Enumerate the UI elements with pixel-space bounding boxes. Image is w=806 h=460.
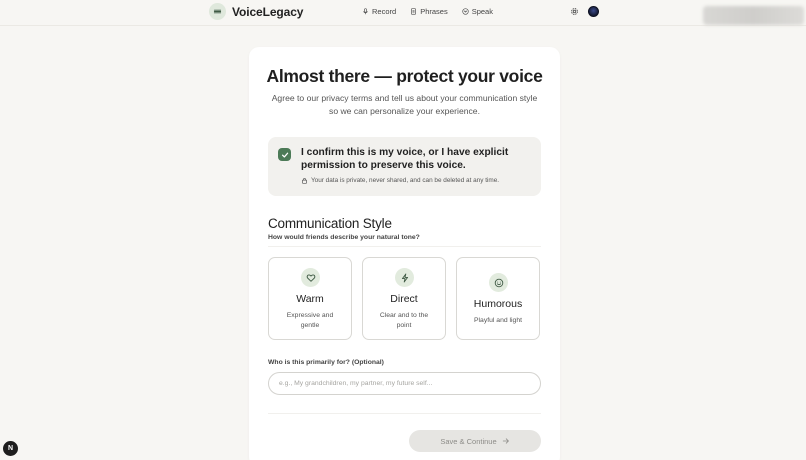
- microphone-icon: [363, 8, 368, 15]
- gear-icon[interactable]: [570, 7, 579, 16]
- smile-icon: [489, 273, 508, 292]
- voice-consent-checkbox-row[interactable]: I confirm this is my voice, or I have ex…: [268, 137, 541, 196]
- top-navigation-bar: VoiceLegacy Record Phrases Speak: [0, 0, 806, 26]
- audience-input[interactable]: [268, 372, 541, 395]
- brand-name: VoiceLegacy: [232, 4, 304, 19]
- lock-icon: [302, 177, 307, 184]
- nav-item-label: Phrases: [420, 7, 448, 16]
- speech-wave-icon: [462, 8, 469, 15]
- nav-item-phrases[interactable]: Phrases: [410, 7, 448, 16]
- nav-item-label: Speak: [471, 7, 493, 16]
- style-option-description: Expressive and gentle: [286, 312, 334, 329]
- document-icon: [411, 8, 417, 15]
- consent-checkbox[interactable]: [278, 148, 291, 161]
- style-option-description: Playful and light: [474, 317, 522, 324]
- divider: [268, 413, 541, 414]
- onboarding-card: Almost there — protect your voice Agree …: [249, 47, 560, 460]
- heart-icon: [301, 268, 320, 287]
- main-nav: Record Phrases Speak: [362, 7, 493, 16]
- nav-item-label: Record: [372, 7, 397, 16]
- nav-item-speak[interactable]: Speak: [462, 7, 493, 16]
- corner-badge[interactable]: N: [3, 441, 18, 456]
- nav-item-record[interactable]: Record: [362, 7, 396, 16]
- style-option-label: Warm: [296, 293, 324, 305]
- save-and-continue-button[interactable]: Save & Continue: [409, 430, 541, 452]
- divider: [268, 246, 541, 247]
- blurred-header-element: [703, 6, 804, 25]
- page-subtitle: Agree to our privacy terms and tell us a…: [271, 93, 538, 116]
- consent-text: I confirm this is my voice, or I have ex…: [301, 147, 509, 171]
- style-option-direct[interactable]: Direct Clear and to the point: [362, 257, 446, 340]
- style-option-description: Clear and to the point: [379, 312, 429, 329]
- style-option-warm[interactable]: Warm Expressive and gentle: [268, 257, 352, 340]
- brand[interactable]: VoiceLegacy: [209, 3, 303, 20]
- lightning-icon: [395, 268, 414, 287]
- privacy-note-text: Your data is private, never shared, and …: [311, 177, 500, 184]
- audience-field-label: Who is this primarily for? (Optional): [268, 359, 384, 366]
- style-option-label: Direct: [390, 293, 418, 305]
- communication-style-heading: Communication Style: [268, 216, 392, 231]
- check-icon: [281, 152, 288, 158]
- page-title: Almost there — protect your voice: [266, 66, 543, 86]
- save-button-label: Save & Continue: [440, 436, 497, 446]
- style-option-humorous[interactable]: Humorous Playful and light: [456, 257, 540, 340]
- audio-lines-icon: [209, 3, 226, 20]
- avatar[interactable]: [588, 6, 599, 17]
- style-option-label: Humorous: [473, 298, 523, 310]
- privacy-note: Your data is private, never shared, and …: [301, 177, 499, 184]
- arrow-right-icon: [502, 438, 509, 444]
- communication-style-subtitle: How would friends describe your natural …: [268, 234, 420, 241]
